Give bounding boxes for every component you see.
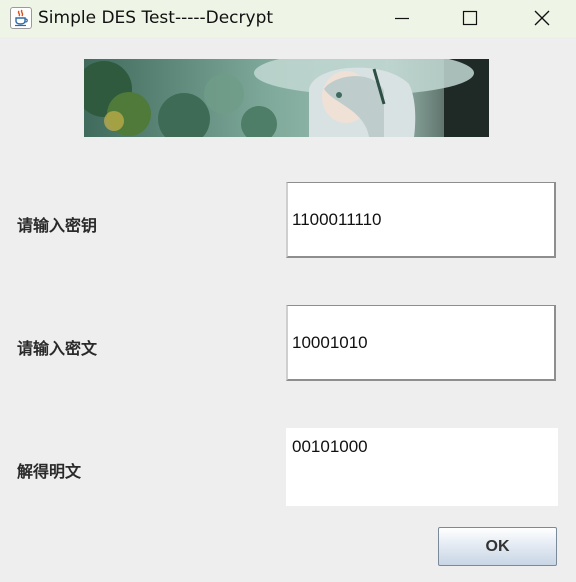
minimize-icon	[395, 17, 409, 20]
java-cup-icon	[10, 7, 32, 29]
key-label: 请输入密钥	[17, 216, 98, 235]
plaintext-output[interactable]: 00101000	[286, 428, 558, 506]
plaintext-label: 解得明文	[17, 462, 82, 481]
title-bar[interactable]: Simple DES Test-----Decrypt	[0, 0, 576, 37]
app-window: Simple DES Test-----Decrypt 请输入密钥 110001…	[0, 0, 576, 582]
minimize-button[interactable]	[378, 0, 426, 37]
maximize-button[interactable]	[446, 0, 494, 37]
ciphertext-input[interactable]	[286, 305, 556, 381]
close-icon	[534, 10, 550, 26]
close-button[interactable]	[518, 0, 566, 37]
banner-image	[84, 59, 489, 137]
ok-button[interactable]: OK	[438, 527, 557, 566]
key-input[interactable]	[286, 182, 556, 258]
ciphertext-label: 请输入密文	[17, 339, 98, 358]
maximize-icon	[462, 10, 478, 26]
window-title: Simple DES Test-----Decrypt	[38, 8, 274, 28]
